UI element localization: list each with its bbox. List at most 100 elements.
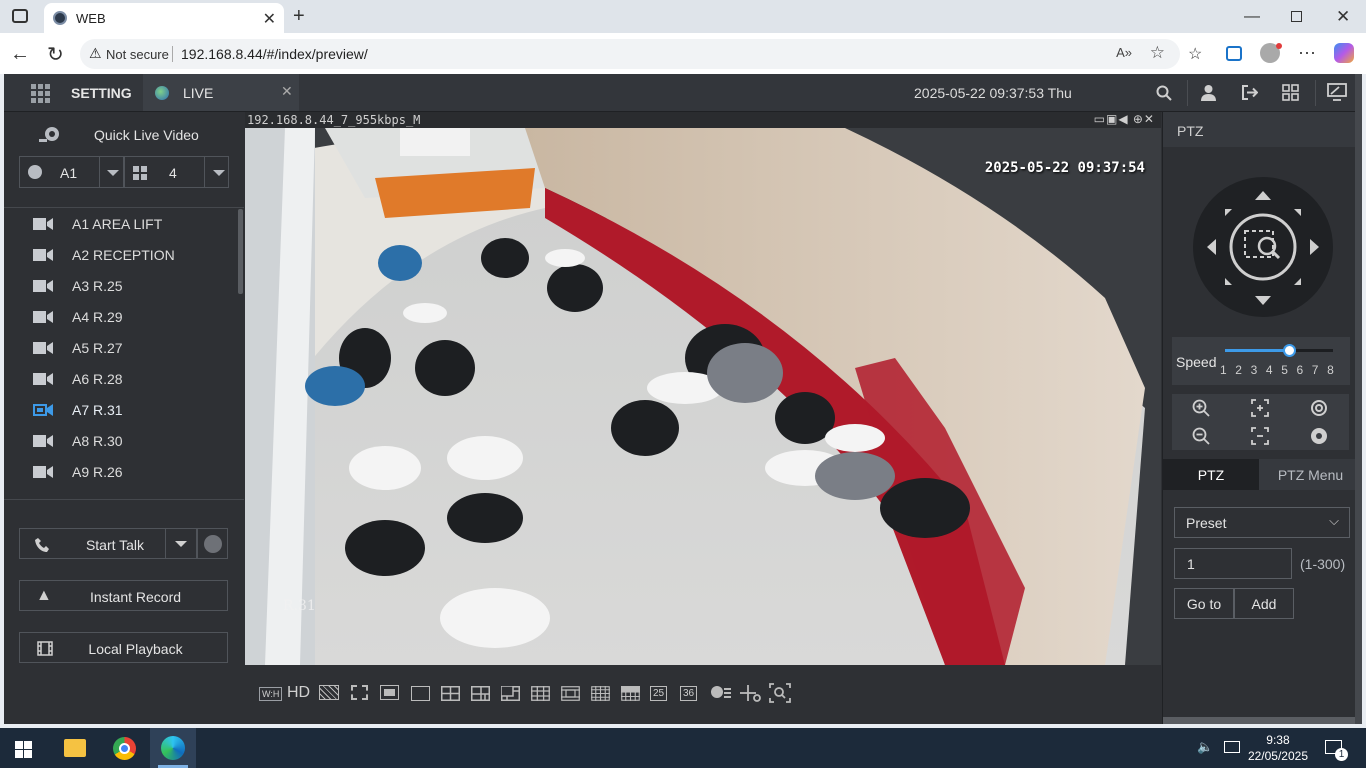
speed-slider-thumb[interactable] [1283, 344, 1296, 357]
device-item[interactable]: A6 R.28 [4, 364, 236, 395]
start-talk-button[interactable]: Start Talk [19, 528, 187, 559]
talk-indicator-button[interactable] [197, 528, 228, 559]
ptz-direction-pad[interactable] [1163, 147, 1362, 332]
network-icon[interactable] [1224, 741, 1240, 753]
focus-far-button[interactable] [1231, 422, 1290, 450]
split-dropdown-icon[interactable] [213, 170, 225, 176]
layout-20-icon[interactable] [621, 686, 640, 701]
speed-tick: 6 [1296, 363, 1304, 377]
device-item[interactable]: A3 R.25 [4, 271, 236, 302]
layout-switch-icon[interactable] [1282, 84, 1299, 101]
layout-36-button[interactable]: 36 [680, 686, 698, 701]
close-window-icon[interactable]: ✕ [1336, 7, 1350, 27]
taskbar-clock[interactable]: 9:38 22/05/2025 [1248, 732, 1308, 764]
device-item[interactable]: A1 AREA LIFT [4, 209, 236, 240]
address-bar[interactable]: ⚠ Not secure 192.168.8.44/#/index/previe… [80, 39, 1180, 69]
browser-tab[interactable]: WEB ✕ [44, 3, 284, 33]
refresh-icon[interactable]: ↻ [47, 42, 64, 67]
camera-feed[interactable]: 2025-05-22 09:37:54 R.31 [245, 128, 1161, 665]
single-view-fill-icon[interactable] [380, 685, 399, 700]
layout-8-icon[interactable] [501, 686, 520, 701]
zoom-in-button[interactable] [1172, 394, 1231, 422]
layout-9-icon[interactable] [531, 686, 550, 701]
instant-record-button[interactable]: ▲ Instant Record [19, 580, 228, 611]
chrome-icon[interactable] [113, 737, 136, 760]
layout-4-icon[interactable] [441, 686, 460, 701]
new-tab-icon[interactable]: + [293, 5, 305, 28]
tab-live[interactable]: LIVE ✕ [143, 74, 299, 111]
device-item[interactable]: A4 R.29 [4, 302, 236, 333]
voice-broadcast-icon[interactable] [710, 684, 732, 702]
device-item[interactable]: A2 RECEPTION [4, 240, 236, 271]
video-window-controls[interactable]: ▭▣◀ ⊕✕ [1094, 112, 1155, 126]
split-select[interactable]: 4 [124, 156, 229, 188]
tab-ptz-label: PTZ [1197, 467, 1225, 483]
system-datetime: 2025-05-22 09:37:53 Thu [914, 85, 1072, 101]
layout-1-icon[interactable] [411, 686, 430, 701]
favorite-star-icon[interactable]: ☆ [1150, 43, 1165, 63]
back-icon[interactable]: ← [10, 43, 30, 66]
tab-ptz-menu[interactable]: PTZ Menu [1259, 459, 1362, 490]
fullscreen-monitor-icon[interactable] [1327, 83, 1347, 101]
ptz-control-icon[interactable] [738, 683, 762, 703]
area-select[interactable]: A1 [19, 156, 124, 188]
setting-menu[interactable]: SETTING [71, 85, 132, 101]
main-menu-grid-icon[interactable] [31, 84, 50, 103]
preset-number-input[interactable]: 1 [1174, 548, 1292, 579]
talk-options-dropdown[interactable] [165, 528, 197, 559]
search-icon[interactable] [1156, 85, 1172, 101]
restore-icon[interactable] [1291, 11, 1302, 22]
tab-actions-icon[interactable] [12, 9, 28, 23]
device-list-scrollbar[interactable] [238, 209, 243, 294]
read-aloud-icon[interactable]: A» [1116, 45, 1132, 60]
device-item[interactable]: A5 R.27 [4, 333, 236, 364]
warning-icon[interactable]: ⚠ [89, 45, 102, 62]
camera-icon [33, 466, 53, 478]
tab-ptz[interactable]: PTZ [1163, 459, 1259, 490]
device-label: A3 R.25 [72, 278, 123, 294]
layout-13-icon[interactable] [561, 686, 580, 701]
add-preset-button[interactable]: Add [1234, 588, 1294, 619]
page-scrollbar[interactable] [1355, 74, 1362, 724]
edge-taskbar-item[interactable] [150, 728, 196, 768]
url-text[interactable]: 192.168.8.44/#/index/preview/ [181, 46, 368, 62]
fit-screen-icon[interactable] [351, 685, 368, 700]
close-tab-icon[interactable]: ✕ [263, 9, 276, 29]
minimize-icon[interactable]: — [1244, 8, 1260, 26]
volume-icon[interactable]: 🔈 [1197, 739, 1213, 755]
preset-select[interactable]: Preset ⌵ [1174, 507, 1350, 538]
zoom-out-button[interactable] [1172, 422, 1231, 450]
layout-25-button[interactable]: 25 [650, 686, 668, 701]
collections-icon[interactable] [1226, 46, 1242, 61]
iris-close-button[interactable] [1290, 422, 1349, 450]
local-playback-button[interactable]: Local Playback [19, 632, 228, 663]
iris-open-button[interactable] [1290, 394, 1349, 422]
device-item[interactable]: A9 R.26 [4, 457, 236, 488]
aspect-ratio-button[interactable]: W:H [259, 687, 283, 701]
more-menu-icon[interactable]: ··· [1298, 42, 1316, 63]
chevron-down-icon: ⌵ [1329, 513, 1339, 528]
image-adjust-icon[interactable] [319, 685, 339, 700]
layout-6-icon[interactable] [471, 686, 490, 701]
smart-zoom-icon[interactable] [769, 683, 791, 703]
focus-near-button[interactable] [1231, 394, 1290, 422]
file-explorer-icon[interactable] [64, 739, 86, 757]
device-item[interactable]: A7 R.31 [4, 395, 236, 426]
area-dropdown-icon[interactable] [107, 170, 119, 176]
device-label: A8 R.30 [72, 433, 123, 449]
goto-preset-button[interactable]: Go to [1174, 588, 1234, 619]
hd-button[interactable]: HD [287, 684, 310, 702]
quick-live-video-label[interactable]: Quick Live Video [94, 127, 199, 143]
not-secure-label[interactable]: Not secure [106, 47, 169, 62]
ptz-panel-scrollbar[interactable] [1163, 717, 1362, 724]
user-icon[interactable] [1200, 84, 1217, 101]
windows-start-icon[interactable] [15, 741, 32, 758]
device-label: A1 AREA LIFT [72, 216, 163, 232]
logout-icon[interactable] [1241, 84, 1258, 101]
camera-icon [33, 218, 53, 230]
favorites-icon[interactable]: ☆ [1188, 44, 1202, 64]
copilot-icon[interactable] [1334, 43, 1354, 63]
close-live-tab-icon[interactable]: ✕ [281, 83, 293, 100]
layout-16-icon[interactable] [591, 686, 610, 701]
device-item[interactable]: A8 R.30 [4, 426, 236, 457]
